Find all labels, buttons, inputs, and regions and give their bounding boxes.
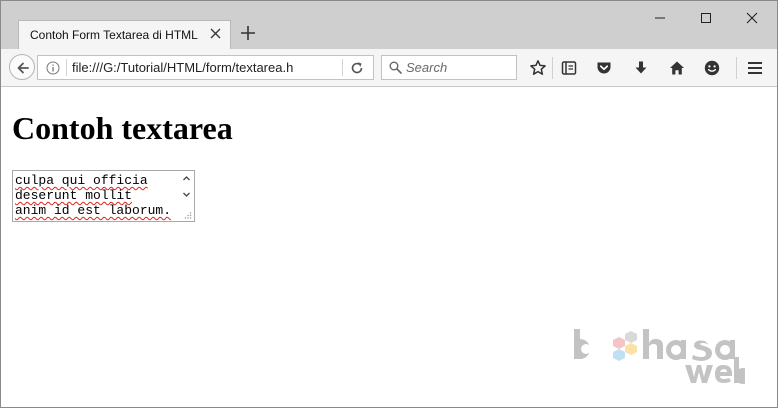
tab-title: Contoh Form Textarea di HTML bbox=[30, 28, 198, 42]
bahasaweb-logo bbox=[574, 329, 745, 384]
info-icon[interactable] bbox=[46, 61, 60, 75]
download-icon[interactable] bbox=[632, 59, 650, 77]
tab-close-icon[interactable] bbox=[209, 27, 222, 40]
minimize-icon bbox=[655, 17, 665, 19]
menu-icon[interactable] bbox=[746, 59, 764, 77]
close-icon bbox=[746, 12, 758, 24]
url-text[interactable]: file:///G:/Tutorial/HTML/form/textarea.h bbox=[72, 60, 340, 75]
toolbar-separator bbox=[736, 57, 737, 79]
textarea-container bbox=[12, 170, 195, 222]
maximize-icon bbox=[701, 13, 711, 23]
browser-tab[interactable]: Contoh Form Textarea di HTML bbox=[18, 20, 231, 49]
scroll-up-chevron-icon[interactable] bbox=[182, 174, 191, 183]
resize-grip-icon[interactable] bbox=[184, 211, 192, 219]
scroll-down-chevron-icon[interactable] bbox=[182, 190, 191, 199]
back-button[interactable] bbox=[9, 54, 35, 80]
browser-window: Contoh Form Textarea di HTML file:///G:/… bbox=[0, 0, 778, 408]
reload-icon[interactable] bbox=[349, 60, 365, 76]
bookmark-star-icon[interactable] bbox=[529, 59, 547, 77]
search-icon bbox=[389, 61, 402, 74]
search-bar[interactable] bbox=[381, 55, 517, 80]
smiley-icon[interactable] bbox=[703, 59, 721, 77]
window-maximize-button[interactable] bbox=[683, 1, 729, 33]
url-separator bbox=[342, 59, 343, 76]
search-input[interactable] bbox=[406, 59, 512, 76]
page-heading: Contoh textarea bbox=[12, 110, 233, 146]
page-content: Contoh textarea bbox=[1, 87, 777, 407]
home-icon[interactable] bbox=[668, 59, 686, 77]
new-tab-plus-icon[interactable] bbox=[239, 24, 257, 42]
reader-list-icon[interactable] bbox=[560, 59, 578, 77]
url-bar[interactable]: file:///G:/Tutorial/HTML/form/textarea.h bbox=[37, 55, 374, 80]
url-separator bbox=[66, 59, 67, 76]
pocket-icon[interactable] bbox=[595, 59, 613, 77]
navigation-toolbar: file:///G:/Tutorial/HTML/form/textarea.h bbox=[1, 49, 777, 87]
back-arrow-icon bbox=[17, 62, 29, 74]
window-close-button[interactable] bbox=[729, 1, 775, 33]
window-minimize-button[interactable] bbox=[637, 1, 683, 33]
toolbar-separator bbox=[552, 57, 553, 79]
tab-strip: Contoh Form Textarea di HTML bbox=[1, 1, 777, 49]
sample-textarea[interactable] bbox=[13, 171, 179, 221]
